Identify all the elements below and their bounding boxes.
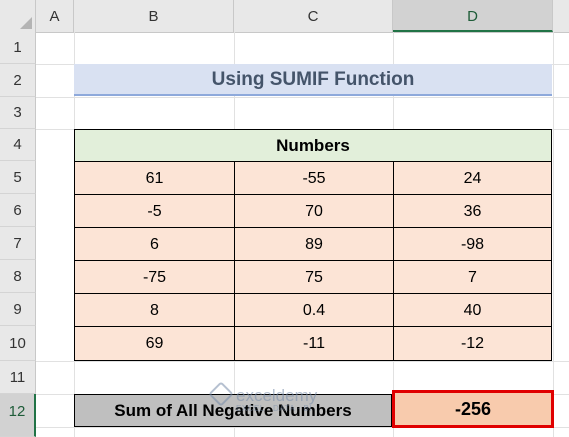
watermark-name: exceldemy bbox=[236, 386, 318, 405]
row-header-4[interactable]: 4 bbox=[0, 129, 36, 161]
watermark: exceldemy EXCEL · DATA · BI bbox=[208, 381, 318, 413]
table-cell[interactable]: 6 bbox=[75, 228, 235, 261]
gridline bbox=[36, 97, 569, 98]
table-cell[interactable]: 61 bbox=[75, 162, 235, 195]
table-cell[interactable]: 75 bbox=[235, 261, 394, 294]
table-cell[interactable]: -12 bbox=[394, 327, 551, 360]
gridline bbox=[553, 32, 554, 437]
table-cell[interactable]: 70 bbox=[235, 195, 394, 228]
numbers-table: Numbers 61 -55 24 -5 70 36 6 89 -98 -75 … bbox=[74, 129, 552, 361]
table-cell[interactable]: 69 bbox=[75, 327, 235, 360]
table-cell[interactable]: 8 bbox=[75, 294, 235, 327]
row-header-12[interactable]: 12 bbox=[0, 394, 36, 437]
row-header-5[interactable]: 5 bbox=[0, 161, 36, 194]
table-header-numbers[interactable]: Numbers bbox=[75, 130, 551, 162]
column-header-b[interactable]: B bbox=[74, 0, 234, 32]
row-header-7[interactable]: 7 bbox=[0, 227, 36, 260]
table-cell[interactable]: -75 bbox=[75, 261, 235, 294]
select-all-triangle-icon bbox=[20, 17, 32, 29]
table-cell[interactable]: -5 bbox=[75, 195, 235, 228]
row-header-9[interactable]: 9 bbox=[0, 293, 36, 326]
table-cell[interactable]: 7 bbox=[394, 261, 551, 294]
column-header-c[interactable]: C bbox=[234, 0, 393, 32]
sum-result-cell[interactable]: -256 bbox=[392, 390, 554, 428]
gridline bbox=[36, 361, 569, 362]
row-header-11[interactable]: 11 bbox=[0, 361, 36, 394]
table-cell[interactable]: 24 bbox=[394, 162, 551, 195]
row-header-10[interactable]: 10 bbox=[0, 326, 36, 361]
select-all-button[interactable] bbox=[0, 0, 36, 32]
row-header-2[interactable]: 2 bbox=[0, 64, 36, 97]
row-header-3[interactable]: 3 bbox=[0, 97, 36, 129]
column-header-a[interactable]: A bbox=[36, 0, 74, 32]
row-header-6[interactable]: 6 bbox=[0, 194, 36, 227]
column-header-d[interactable]: D bbox=[393, 0, 553, 32]
table-cell[interactable]: -98 bbox=[394, 228, 551, 261]
table-cell[interactable]: -11 bbox=[235, 327, 394, 360]
page-title[interactable]: Using SUMIF Function bbox=[74, 64, 552, 96]
row-header-8[interactable]: 8 bbox=[0, 260, 36, 293]
row-header-1[interactable]: 1 bbox=[0, 32, 36, 64]
table-cell[interactable]: 89 bbox=[235, 228, 394, 261]
table-cell[interactable]: 0.4 bbox=[235, 294, 394, 327]
watermark-tagline: EXCEL · DATA · BI bbox=[236, 404, 312, 413]
spreadsheet: A B C D 1 2 3 4 5 6 7 8 9 10 11 12 Using… bbox=[0, 0, 569, 437]
table-cell[interactable]: 36 bbox=[394, 195, 551, 228]
table-cell[interactable]: 40 bbox=[394, 294, 551, 327]
exceldemy-logo-icon bbox=[208, 381, 234, 407]
table-cell[interactable]: -55 bbox=[235, 162, 394, 195]
